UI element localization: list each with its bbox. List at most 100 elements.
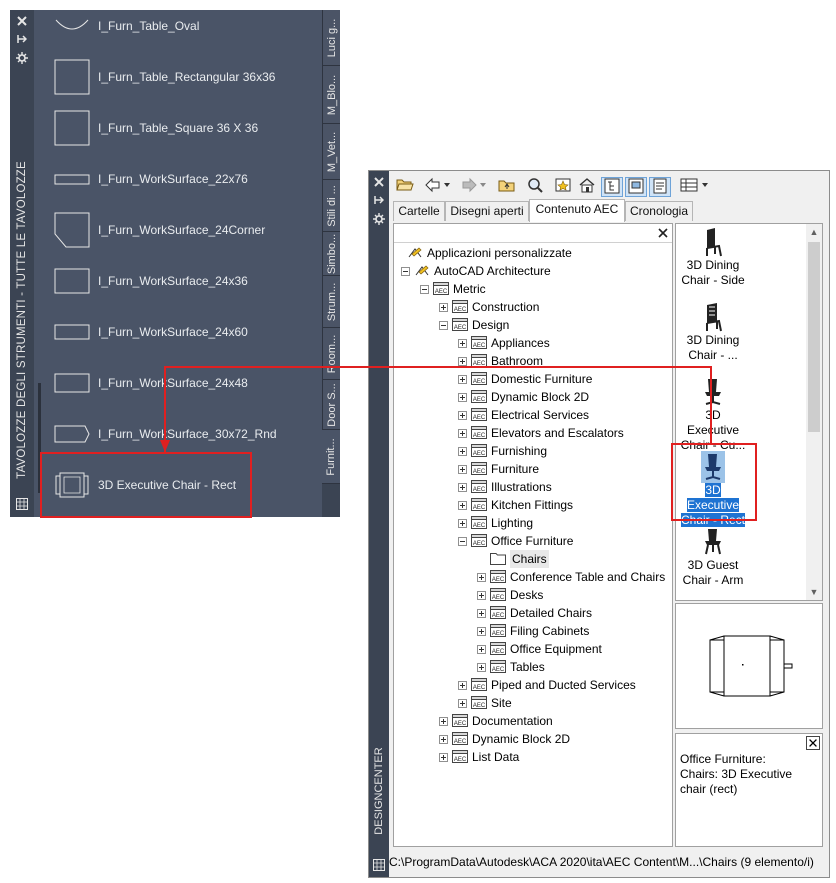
- arrow-head-icon: [160, 440, 170, 452]
- home-button[interactable]: [577, 177, 597, 197]
- folder-tree: Applicazioni personalizzate AutoCAD Archi…: [393, 223, 673, 847]
- expand-icon[interactable]: [458, 465, 467, 474]
- tool-item[interactable]: I_Furn_WorkSurface_24Corner: [34, 205, 322, 256]
- load-button[interactable]: [395, 177, 415, 197]
- content-item[interactable]: 3D Dining Chair - ...: [680, 301, 746, 363]
- collapse-icon[interactable]: [458, 537, 467, 546]
- auto-hide-icon[interactable]: [17, 34, 27, 44]
- palette-tab[interactable]: M_Vet...: [322, 124, 340, 180]
- palette-menu-icon[interactable]: [373, 859, 385, 871]
- scroll-down-icon[interactable]: ▼: [806, 584, 822, 600]
- tool-item[interactable]: I_Furn_WorkSurface_24x36: [34, 256, 322, 307]
- svg-text:AEC: AEC: [435, 289, 448, 295]
- scroll-thumb[interactable]: [808, 242, 820, 432]
- expand-icon[interactable]: [458, 447, 467, 456]
- expand-icon[interactable]: [458, 393, 467, 402]
- aec-folder-icon: AEC: [471, 408, 487, 421]
- expand-icon[interactable]: [458, 699, 467, 708]
- favorites-button[interactable]: [553, 177, 573, 197]
- icons-scrollbar[interactable]: ▲ ▼: [806, 224, 822, 600]
- properties-icon[interactable]: [373, 213, 385, 225]
- designcenter-title-strip[interactable]: DESIGNCENTER: [369, 171, 389, 877]
- expand-icon[interactable]: [439, 753, 448, 762]
- chair-preview-icon: [709, 635, 793, 697]
- up-button[interactable]: [497, 177, 517, 197]
- svg-text:AEC: AEC: [454, 739, 467, 745]
- tool-item[interactable]: I_Furn_Table_Oval: [34, 10, 322, 52]
- palette-tab[interactable]: M_Blo...: [322, 66, 340, 124]
- designcenter-window: DESIGNCENTER Cartelle Disegni aperti Con…: [368, 170, 830, 878]
- tool-item[interactable]: I_Furn_Table_Rectangular 36x36: [34, 52, 322, 103]
- palette-tab[interactable]: Door S...: [322, 380, 340, 430]
- description-toggle-button[interactable]: [649, 177, 671, 197]
- expand-icon[interactable]: [458, 339, 467, 348]
- svg-text:AEC: AEC: [473, 523, 486, 529]
- palette-tab[interactable]: Room...: [322, 328, 340, 380]
- expand-icon[interactable]: [439, 717, 448, 726]
- views-button[interactable]: [679, 177, 713, 197]
- auto-hide-icon[interactable]: [374, 195, 384, 205]
- expand-icon[interactable]: [477, 573, 486, 582]
- aec-folder-icon: AEC: [452, 750, 468, 763]
- tab-contenuto-aec[interactable]: Contenuto AEC: [529, 199, 625, 222]
- expand-icon[interactable]: [458, 375, 467, 384]
- palette-tab[interactable]: Simbo...: [322, 232, 340, 276]
- preview-pane: [675, 603, 823, 729]
- tab-cronologia[interactable]: Cronologia: [625, 201, 693, 221]
- close-icon[interactable]: [374, 177, 384, 187]
- connector-line: [164, 366, 712, 368]
- back-button[interactable]: [423, 177, 453, 197]
- expand-icon[interactable]: [439, 303, 448, 312]
- palette-tab[interactable]: Luci g...: [322, 10, 340, 66]
- aec-folder-icon: AEC: [490, 660, 506, 673]
- aec-folder-icon: AEC: [471, 372, 487, 385]
- tool-item[interactable]: I_Furn_WorkSurface_24x60: [34, 307, 322, 358]
- expand-icon[interactable]: [477, 591, 486, 600]
- expand-icon[interactable]: [458, 681, 467, 690]
- tab-cartelle[interactable]: Cartelle: [393, 201, 445, 221]
- arrow-left-icon: [425, 177, 450, 193]
- collapse-icon[interactable]: [401, 267, 410, 276]
- content-item[interactable]: 3D Dining Chair - Side: [680, 226, 746, 288]
- home-icon: [579, 178, 595, 193]
- close-icon[interactable]: [656, 226, 670, 240]
- collapse-icon[interactable]: [439, 321, 448, 330]
- content-item[interactable]: 3D Executive Chair - Cu...: [680, 376, 746, 453]
- expand-icon[interactable]: [458, 411, 467, 420]
- svg-text:AEC: AEC: [492, 631, 505, 637]
- expand-icon[interactable]: [458, 357, 467, 366]
- palette-title-strip[interactable]: TAVOLOZZE DEGLI STRUMENTI - TUTTE LE TAV…: [10, 10, 34, 517]
- application-icon: [408, 247, 422, 258]
- expand-icon[interactable]: [477, 645, 486, 654]
- oval-table-icon: [55, 19, 89, 30]
- expand-icon[interactable]: [458, 429, 467, 438]
- expand-icon[interactable]: [477, 663, 486, 672]
- palette-tab-active[interactable]: Furnit...: [322, 430, 340, 484]
- scroll-up-icon[interactable]: ▲: [806, 224, 822, 240]
- properties-icon[interactable]: [16, 52, 28, 64]
- aec-folder-icon: AEC: [471, 336, 487, 349]
- expand-icon[interactable]: [477, 609, 486, 618]
- palette-menu-icon[interactable]: [16, 498, 28, 510]
- aec-folder-icon: AEC: [490, 570, 506, 583]
- palette-tab[interactable]: Strum...: [322, 276, 340, 328]
- preview-toggle-button[interactable]: [625, 177, 647, 197]
- tool-item[interactable]: I_Furn_WorkSurface_22x76: [34, 154, 322, 205]
- expand-icon[interactable]: [458, 483, 467, 492]
- close-icon[interactable]: [806, 736, 820, 750]
- search-button[interactable]: [525, 177, 545, 197]
- tab-disegni-aperti[interactable]: Disegni aperti: [445, 201, 529, 221]
- palette-tab[interactable]: Stili di ...: [322, 180, 340, 232]
- expand-icon[interactable]: [458, 501, 467, 510]
- expand-icon[interactable]: [458, 519, 467, 528]
- tool-item[interactable]: I_Furn_Table_Square 36 X 36: [34, 103, 322, 154]
- tree-view-toggle-button[interactable]: [601, 177, 623, 197]
- expand-icon[interactable]: [477, 627, 486, 636]
- close-icon[interactable]: [17, 16, 27, 26]
- expand-icon[interactable]: [439, 735, 448, 744]
- forward-button[interactable]: [459, 177, 489, 197]
- aec-folder-icon: AEC: [471, 678, 487, 691]
- collapse-icon[interactable]: [420, 285, 429, 294]
- svg-text:AEC: AEC: [454, 757, 467, 763]
- content-item[interactable]: 3D Guest Chair - Arm: [680, 526, 746, 588]
